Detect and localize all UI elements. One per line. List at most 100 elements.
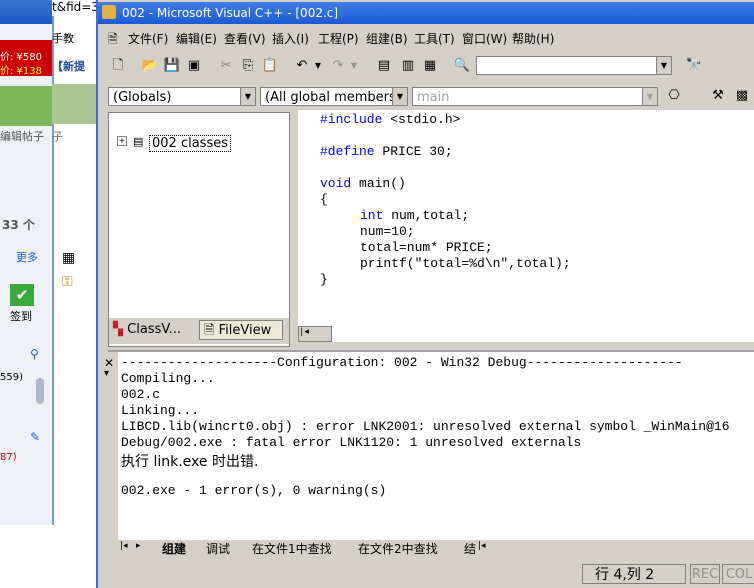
workspace-icon[interactable]: ▤ (374, 56, 394, 76)
code-line: } (320, 272, 328, 287)
edit-post-link[interactable]: 编辑帖子 (0, 128, 44, 144)
save-all-icon[interactable]: ▣ (184, 56, 204, 76)
chevron-down-icon[interactable]: ▼ (642, 88, 657, 105)
wizard-action-icon[interactable]: ⎔ (664, 86, 684, 106)
tab-scroll-left-icon[interactable]: |◂ (120, 541, 128, 551)
more-link[interactable]: 更多 (16, 249, 38, 265)
menu-view[interactable]: 查看(V) (224, 30, 266, 47)
tab-fileview-label: FileView (218, 323, 272, 338)
compile-icon[interactable]: ⚒ (708, 86, 728, 106)
menu-window[interactable]: 窗口(W) (462, 30, 507, 47)
menu-insert[interactable]: 插入(I) (272, 30, 309, 47)
banner-image (0, 86, 52, 126)
tab-build[interactable]: 组建 (162, 540, 186, 557)
new-file-icon[interactable]: 🗋 (108, 56, 128, 76)
tab-results[interactable]: 结 (464, 540, 476, 557)
undo-dropdown-icon[interactable]: ▼ (308, 56, 328, 76)
code-line: printf("total=%d\n",total); (360, 256, 571, 271)
output-window-icon[interactable]: ▥ (398, 56, 418, 76)
tab-fileview[interactable]: 🗎 FileView (199, 320, 283, 340)
new-price: 价: ¥138 (0, 66, 42, 77)
code-line: total=num* PRICE; (360, 240, 493, 255)
output-pane: --------------------Configuration: 002 -… (118, 352, 754, 542)
menu-file[interactable]: 文件(F) (128, 30, 168, 47)
open-folder-icon[interactable]: 📂 (140, 56, 160, 76)
find-in-files-icon[interactable]: 🔍 (452, 56, 472, 76)
filter-combo[interactable]: (All global members ▼ (260, 87, 408, 106)
tree-root-item[interactable]: 002 classes (149, 135, 231, 152)
menu-bar: 🗎 文件(F) 编辑(E) 查看(V) 插入(I) 工程(P) 组建(B) 工具… (98, 27, 754, 49)
browser-url-fragment: t&fid=3 (52, 0, 96, 16)
price-banner: 价: ¥580 价: ¥138 (0, 40, 52, 77)
tab-classview-label: ClassV... (127, 322, 181, 337)
class-combo[interactable]: (Globals) ▼ (108, 87, 256, 106)
grid-icon[interactable]: ▦ (62, 250, 75, 266)
tab-classview[interactable]: ▚ ClassV... (113, 322, 181, 337)
menu-help[interactable]: 帮助(H) (512, 30, 554, 47)
output-dock-icon[interactable]: ▾ (104, 368, 109, 379)
menu-project[interactable]: 工程(P) (318, 30, 359, 47)
copy-icon[interactable]: ⎘ (238, 56, 258, 76)
tab-scroll-right-icon[interactable]: ▸ (136, 541, 141, 551)
find-icon[interactable]: 🔭 (684, 56, 704, 76)
class-combo-value: (Globals) (113, 90, 172, 105)
tab-find-in-files-2[interactable]: 在文件2中查找 (358, 540, 438, 557)
chevron-down-icon[interactable]: ▼ (656, 57, 671, 74)
chevron-down-icon[interactable]: ▼ (392, 88, 407, 105)
app-icon (102, 5, 116, 19)
code-line: #include <stdio.h> (320, 112, 461, 127)
redo-dropdown-icon[interactable]: ▼ (344, 56, 364, 76)
checkmark-icon[interactable]: ✔ (10, 284, 34, 306)
menu-tools[interactable]: 工具(T) (414, 30, 455, 47)
workspace-tabs: ▚ ClassV... 🗎 FileView (109, 318, 289, 344)
code-line: num=10; (360, 224, 415, 239)
paste-icon[interactable]: 📋 (260, 56, 280, 76)
browser-titlebar (0, 0, 52, 24)
edit-icon[interactable]: ✎ (30, 430, 40, 444)
background-browser-window: 价: ¥580 价: ¥138 编辑帖子 33 个 更多 ✔ 签到 559) 8… (0, 0, 54, 525)
search-icon[interactable]: ⚲ (30, 347, 39, 361)
output-line: 002.c (121, 387, 161, 402)
status-rec: REC (690, 564, 720, 584)
count-text: 33 个 (2, 218, 35, 232)
output-line: Debug/002.exe : fatal error LNK1120: 1 u… (121, 435, 582, 450)
checkin-label: 签到 (10, 310, 32, 323)
cut-icon[interactable]: ✂ (216, 56, 236, 76)
output-tabs: |◂ ▸ 组建 调试 在文件1中查找 在文件2中查找 结 |◂ (118, 540, 754, 556)
code-line: void main() (320, 176, 406, 191)
tab-find-in-files-1[interactable]: 在文件1中查找 (252, 540, 332, 557)
output-line: LIBCD.lib(wincrt0.obj) : error LNK2001: … (121, 419, 730, 434)
hscroll-left-icon[interactable]: |◂ (478, 541, 486, 551)
key-icon[interactable]: ⚿ (62, 274, 73, 290)
editor-hscroll-left[interactable]: |◂ (298, 326, 332, 342)
doc-icon[interactable]: 🗎 (108, 30, 118, 51)
menu-build[interactable]: 组建(B) (366, 30, 408, 47)
status-position: 行 4,列 2 (582, 564, 686, 584)
output-line: --------------------Configuration: 002 -… (121, 355, 683, 370)
chevron-down-icon[interactable]: ▼ (240, 88, 255, 105)
old-price: 价: ¥580 (0, 52, 42, 63)
scrollbar-thumb[interactable] (36, 378, 44, 404)
members-combo-value: main (417, 90, 450, 105)
output-line: 执行 link.exe 时出错. (121, 454, 259, 470)
output-line: 002.exe - 1 error(s), 0 warning(s) (121, 483, 387, 498)
save-icon[interactable]: 💾 (162, 56, 182, 76)
window-titlebar: 002 - Microsoft Visual C++ - [002.c] (98, 2, 754, 24)
menu-edit[interactable]: 编辑(E) (176, 30, 217, 47)
banner-image-2 (52, 84, 96, 124)
members-combo[interactable]: main ▼ (412, 87, 658, 106)
status-col: COL (722, 564, 754, 584)
output-line: Linking... (121, 403, 200, 418)
browser-nav-text: 手教 (52, 32, 74, 45)
build-icon[interactable]: ▩ (732, 86, 752, 106)
expand-icon[interactable]: + (117, 136, 127, 146)
classes-icon: ▤ (133, 135, 144, 148)
tab-debug[interactable]: 调试 (206, 540, 230, 557)
code-line: int num,total; (360, 208, 470, 223)
bracket-link[interactable]: 【新提 (52, 58, 96, 76)
count-87: 87) (0, 452, 17, 463)
find-combo[interactable]: ▼ (476, 56, 672, 75)
visual-cpp-window: 002 - Microsoft Visual C++ - [002.c] 🗎 文… (96, 0, 754, 588)
code-editor[interactable]: #include <stdio.h> #define PRICE 30; voi… (298, 110, 754, 342)
window-list-icon[interactable]: ▦ (420, 56, 440, 76)
